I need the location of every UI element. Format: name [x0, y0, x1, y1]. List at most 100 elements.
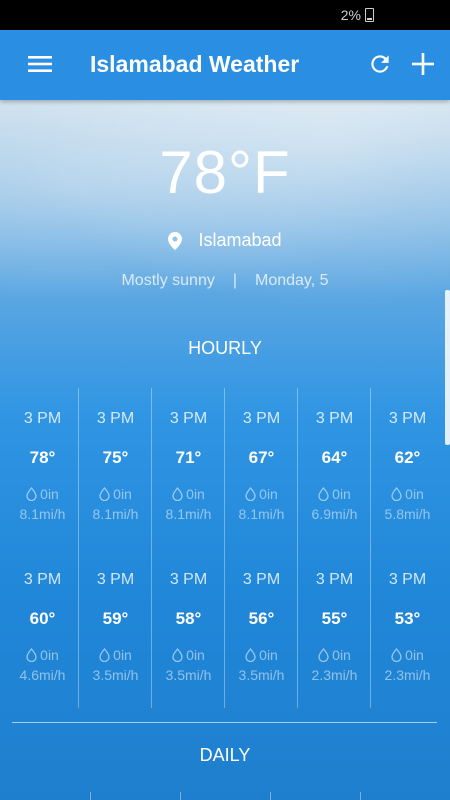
raindrop-icon — [391, 648, 405, 662]
hourly-item: 3 PM 62° 0in 5.8mi/h — [371, 388, 444, 549]
location-name: Islamabad — [198, 230, 282, 250]
precipitation-value: 0in — [405, 486, 424, 502]
condition-text: Mostly sunny — [121, 272, 215, 289]
hourly-wind-speed: 2.3mi/h — [311, 667, 358, 683]
raindrop-icon — [172, 648, 186, 662]
raindrop-icon — [245, 648, 259, 662]
precipitation-value: 0in — [40, 486, 59, 502]
hourly-precipitation: 0in — [79, 486, 152, 502]
hourly-wind-speed: 8.1mi/h — [92, 506, 139, 522]
hourly-time: 3 PM — [169, 571, 208, 588]
hourly-temperature: 67° — [248, 448, 275, 467]
hourly-item: 3 PM 58° 0in 3.5mi/h — [152, 549, 225, 710]
raindrop-icon — [99, 648, 113, 662]
hourly-temperature: 55° — [321, 609, 348, 628]
precipitation-value: 0in — [405, 647, 424, 663]
refresh-icon[interactable] — [364, 48, 396, 80]
app-bar: Islamabad Weather — [0, 30, 450, 100]
hourly-item: 3 PM 56° 0in 3.5mi/h — [225, 549, 298, 710]
raindrop-icon — [391, 487, 405, 501]
hourly-wind-speed: 8.1mi/h — [238, 506, 285, 522]
hourly-item: 3 PM 60° 0in 4.6mi/h — [6, 549, 79, 710]
hourly-wind-speed: 8.1mi/h — [19, 506, 66, 522]
hourly-time: 3 PM — [242, 410, 281, 427]
hourly-wind-speed: 5.8mi/h — [384, 506, 431, 522]
precipitation-value: 0in — [186, 647, 205, 663]
hourly-column: 3 PM 64° 0in 6.9mi/h 3 PM 55° 0in 2.3mi/h — [298, 388, 371, 708]
app-title: Islamabad Weather — [90, 51, 300, 77]
location-row: Islamabad — [0, 230, 450, 251]
hourly-time: 3 PM — [96, 410, 135, 427]
hourly-precipitation: 0in — [298, 486, 371, 502]
precipitation-value: 0in — [113, 647, 132, 663]
precipitation-value: 0in — [186, 486, 205, 502]
hourly-temperature: 56° — [248, 609, 275, 628]
hourly-time: 3 PM — [315, 410, 354, 427]
precipitation-value: 0in — [259, 647, 278, 663]
battery-percent: 2% — [340, 7, 361, 23]
precipitation-value: 0in — [113, 486, 132, 502]
hourly-precipitation: 0in — [371, 486, 444, 502]
divider — [12, 722, 437, 723]
precipitation-value: 0in — [40, 647, 59, 663]
hourly-precipitation: 0in — [6, 486, 79, 502]
hourly-item: 3 PM 78° 0in 8.1mi/h — [6, 388, 79, 549]
hourly-column: 3 PM 78° 0in 8.1mi/h 3 PM 60° 0in 4.6mi/h — [6, 388, 79, 708]
hourly-temperature: 62° — [394, 448, 421, 467]
summary-separator: | — [232, 272, 237, 289]
hourly-precipitation: 0in — [6, 647, 79, 663]
hourly-precipitation: 0in — [79, 647, 152, 663]
precipitation-value: 0in — [332, 486, 351, 502]
hourly-precipitation: 0in — [152, 647, 225, 663]
scrollbar[interactable] — [445, 290, 450, 445]
daily-title: DAILY — [199, 745, 251, 765]
hourly-temperature: 58° — [175, 609, 202, 628]
hourly-wind-speed: 3.5mi/h — [92, 667, 139, 683]
raindrop-icon — [99, 487, 113, 501]
hourly-precipitation: 0in — [152, 486, 225, 502]
raindrop-icon — [172, 487, 186, 501]
raindrop-icon — [26, 487, 40, 501]
hourly-temperature: 60° — [29, 609, 56, 628]
hourly-time: 3 PM — [315, 571, 354, 588]
hourly-time: 3 PM — [169, 410, 208, 427]
location-pin-icon — [168, 231, 183, 250]
hourly-column: 3 PM 67° 0in 8.1mi/h 3 PM 56° 0in 3.5mi/h — [225, 388, 298, 708]
hourly-precipitation: 0in — [225, 647, 298, 663]
hourly-item: 3 PM 75° 0in 8.1mi/h — [79, 388, 152, 549]
menu-icon[interactable] — [24, 48, 56, 80]
hourly-wind-speed: 3.5mi/h — [165, 667, 212, 683]
hourly-wind-speed: 3.5mi/h — [238, 667, 285, 683]
hourly-item: 3 PM 55° 0in 2.3mi/h — [298, 549, 371, 710]
condition-summary: Mostly sunny | Monday, 5 — [0, 272, 450, 290]
raindrop-icon — [26, 648, 40, 662]
hourly-temperature: 75° — [102, 448, 129, 467]
hourly-forecast-grid[interactable]: 3 PM 78° 0in 8.1mi/h 3 PM 60° 0in 4.6mi/h 3 PM 75… — [6, 388, 444, 708]
date-text: Monday, 5 — [255, 272, 329, 289]
hourly-time: 3 PM — [23, 571, 62, 588]
hourly-time: 3 PM — [23, 410, 62, 427]
hourly-item: 3 PM 71° 0in 8.1mi/h — [152, 388, 225, 549]
hourly-precipitation: 0in — [225, 486, 298, 502]
raindrop-icon — [318, 487, 332, 501]
hourly-item: 3 PM 64° 0in 6.9mi/h — [298, 388, 371, 549]
hourly-time: 3 PM — [96, 571, 135, 588]
raindrop-icon — [245, 487, 259, 501]
hourly-item: 3 PM 53° 0in 2.3mi/h — [371, 549, 444, 710]
battery-icon — [365, 8, 374, 22]
hourly-time: 3 PM — [242, 571, 281, 588]
hourly-temperature: 71° — [175, 448, 202, 467]
hourly-wind-speed: 8.1mi/h — [165, 506, 212, 522]
hourly-precipitation: 0in — [298, 647, 371, 663]
daily-strip — [0, 792, 450, 800]
hourly-wind-speed: 2.3mi/h — [384, 667, 431, 683]
hourly-column: 3 PM 71° 0in 8.1mi/h 3 PM 58° 0in 3.5mi/h — [152, 388, 225, 708]
hourly-temperature: 78° — [29, 448, 56, 467]
hourly-item: 3 PM 59° 0in 3.5mi/h — [79, 549, 152, 710]
current-temperature: 78°F — [159, 139, 291, 206]
hourly-wind-speed: 4.6mi/h — [19, 667, 66, 683]
precipitation-value: 0in — [332, 647, 351, 663]
hourly-temperature: 53° — [394, 609, 421, 628]
add-icon[interactable] — [407, 48, 439, 80]
hourly-column: 3 PM 75° 0in 8.1mi/h 3 PM 59° 0in 3.5mi/h — [79, 388, 152, 708]
